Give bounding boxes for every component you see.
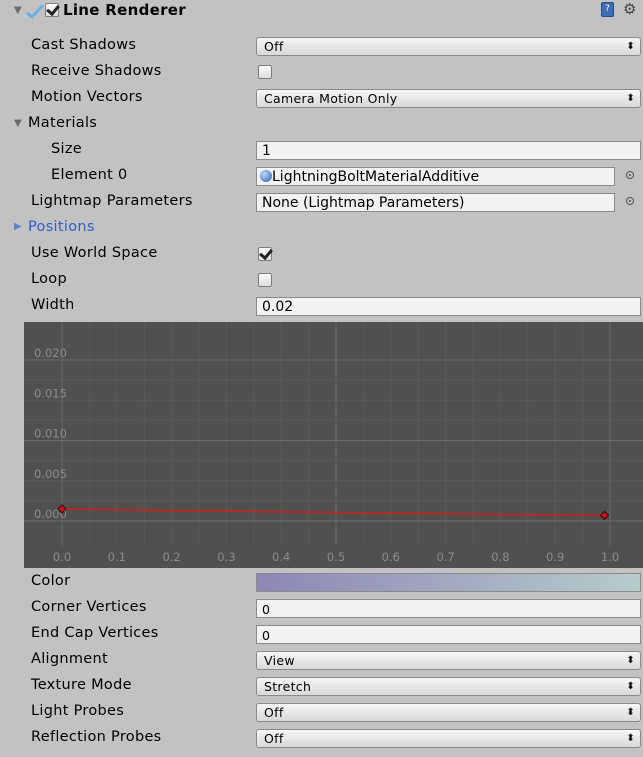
texture-mode-value: Stretch	[264, 679, 312, 694]
lightmap-parameters-field[interactable]: None (Lightmap Parameters)	[256, 193, 615, 212]
object-picker-icon[interactable]	[626, 197, 634, 205]
curve-key-marker	[599, 510, 610, 521]
receive-shadows-row: Receive Shadows	[0, 60, 643, 86]
width-label: Width	[31, 297, 75, 313]
reflection-probes-dropdown[interactable]: Off ⬍	[256, 729, 641, 748]
collapse-triangle-icon[interactable]: ▼	[14, 5, 22, 16]
object-picker-icon[interactable]	[626, 171, 634, 179]
end-cap-vertices-label: End Cap Vertices	[31, 625, 159, 641]
x-tick-label: 0.1	[108, 550, 126, 564]
reflection-probes-label: Reflection Probes	[31, 729, 162, 745]
dropdown-arrow-icon: ⬍	[626, 41, 635, 52]
texture-mode-row: Texture Mode Stretch ⬍	[0, 674, 643, 700]
cast-shadows-label: Cast Shadows	[31, 37, 137, 53]
x-tick-label: 0.7	[436, 550, 454, 564]
width-curve-chart[interactable]: 0.0200.0150.0100.0050.0000.0 0.1 0.2 0.3 0.4…	[24, 322, 643, 568]
materials-size-label: Size	[51, 141, 82, 157]
width-field[interactable]: 0.02	[256, 297, 641, 316]
light-probes-label: Light Probes	[31, 703, 125, 719]
positions-row[interactable]: ▶ Positions	[0, 216, 643, 242]
help-book-icon[interactable]: ?	[601, 2, 614, 17]
lightmap-parameters-label: Lightmap Parameters	[31, 193, 193, 209]
motion-vectors-value: Camera Motion Only	[264, 91, 398, 106]
element0-object-field[interactable]: LightningBoltMaterialAdditive	[256, 167, 615, 186]
x-tick-label: 1.0	[601, 550, 619, 564]
gear-icon[interactable]: ⚙	[623, 0, 636, 18]
dropdown-arrow-icon: ⬍	[626, 681, 635, 692]
x-tick-label: 0.0	[53, 550, 71, 564]
alignment-dropdown[interactable]: View ⬍	[256, 651, 641, 670]
materials-foldout-icon[interactable]: ▼	[14, 118, 22, 129]
positions-foldout-icon[interactable]: ▶	[14, 221, 22, 232]
loop-row: Loop	[0, 268, 643, 294]
receive-shadows-checkbox[interactable]	[258, 65, 272, 79]
motion-vectors-label: Motion Vectors	[31, 89, 143, 105]
light-probes-value: Off	[264, 705, 284, 720]
end-cap-vertices-row: End Cap Vertices 0	[0, 622, 643, 648]
x-tick-label: 0.4	[272, 550, 290, 564]
cast-shadows-row: Cast Shadows Off ⬍	[0, 34, 643, 60]
dropdown-arrow-icon: ⬍	[626, 707, 635, 718]
corner-vertices-label: Corner Vertices	[31, 599, 147, 615]
alignment-row: Alignment View ⬍	[0, 648, 643, 674]
materials-label: Materials	[28, 115, 98, 131]
x-tick-label: 0.8	[491, 550, 509, 564]
texture-mode-dropdown[interactable]: Stretch ⬍	[256, 677, 641, 696]
x-tick-label: 0.5	[327, 550, 345, 564]
reflection-probes-value: Off	[264, 731, 284, 746]
texture-mode-label: Texture Mode	[31, 677, 132, 693]
motion-vectors-row: Motion Vectors Camera Motion Only ⬍	[0, 86, 643, 112]
enabled-checkbox[interactable]	[45, 3, 59, 17]
light-probes-dropdown[interactable]: Off ⬍	[256, 703, 641, 722]
width-curve-editor[interactable]: 0.020 0.015 0.010 0.005 0.000 0.0 0.1 0.2 0.3 0.4…	[24, 322, 643, 568]
element0-row: Element 0 LightningBoltMaterialAdditive	[0, 164, 643, 190]
dropdown-arrow-icon: ⬍	[626, 93, 635, 104]
use-world-space-checkbox[interactable]	[258, 247, 272, 261]
y-tick-label: 0.015	[34, 386, 67, 400]
use-world-space-row: Use World Space	[0, 242, 643, 268]
motion-vectors-dropdown[interactable]: Camera Motion Only ⬍	[256, 89, 641, 108]
light-probes-row: Light Probes Off ⬍	[0, 700, 643, 726]
materials-size-row: Size 1	[0, 138, 643, 164]
corner-vertices-field[interactable]: 0	[256, 599, 641, 618]
reflection-probes-row: Reflection Probes Off ⬍	[0, 726, 643, 752]
x-tick-label: 0.9	[546, 550, 564, 564]
x-tick-label: 0.3	[217, 550, 235, 564]
element0-label: Element 0	[51, 167, 128, 183]
dropdown-arrow-icon: ⬍	[626, 733, 635, 744]
end-cap-vertices-field[interactable]: 0	[256, 625, 641, 644]
material-sphere-icon	[260, 170, 272, 182]
color-gradient-field[interactable]	[256, 573, 641, 592]
color-row: Color	[0, 570, 643, 596]
materials-size-field[interactable]: 1	[256, 141, 641, 160]
cast-shadows-value: Off	[264, 39, 284, 54]
component-title: Line Renderer	[63, 1, 186, 19]
loop-label: Loop	[31, 271, 67, 287]
cast-shadows-dropdown[interactable]: Off ⬍	[256, 37, 641, 56]
corner-vertices-row: Corner Vertices 0	[0, 596, 643, 622]
width-curve-line	[61, 508, 605, 517]
dropdown-arrow-icon: ⬍	[626, 655, 635, 666]
width-row: Width 0.02	[0, 294, 643, 320]
loop-checkbox[interactable]	[258, 273, 272, 287]
alignment-label: Alignment	[31, 651, 108, 667]
element0-value: LightningBoltMaterialAdditive	[272, 169, 480, 185]
x-tick-label: 0.2	[162, 550, 180, 564]
line-renderer-icon	[26, 3, 45, 23]
alignment-value: View	[264, 653, 295, 668]
materials-row[interactable]: ▼ Materials	[0, 112, 643, 138]
lightmap-parameters-row: Lightmap Parameters None (Lightmap Param…	[0, 190, 643, 216]
y-tick-label: 0.020	[34, 346, 67, 360]
color-label: Color	[31, 573, 71, 589]
receive-shadows-label: Receive Shadows	[31, 63, 162, 79]
use-world-space-label: Use World Space	[31, 245, 158, 261]
y-tick-label: 0.005	[34, 467, 67, 481]
x-tick-label: 0.6	[382, 550, 400, 564]
component-header: ▼ Line Renderer ? ⚙	[0, 0, 643, 22]
positions-label: Positions	[28, 219, 95, 235]
y-tick-label: 0.010	[34, 427, 67, 441]
